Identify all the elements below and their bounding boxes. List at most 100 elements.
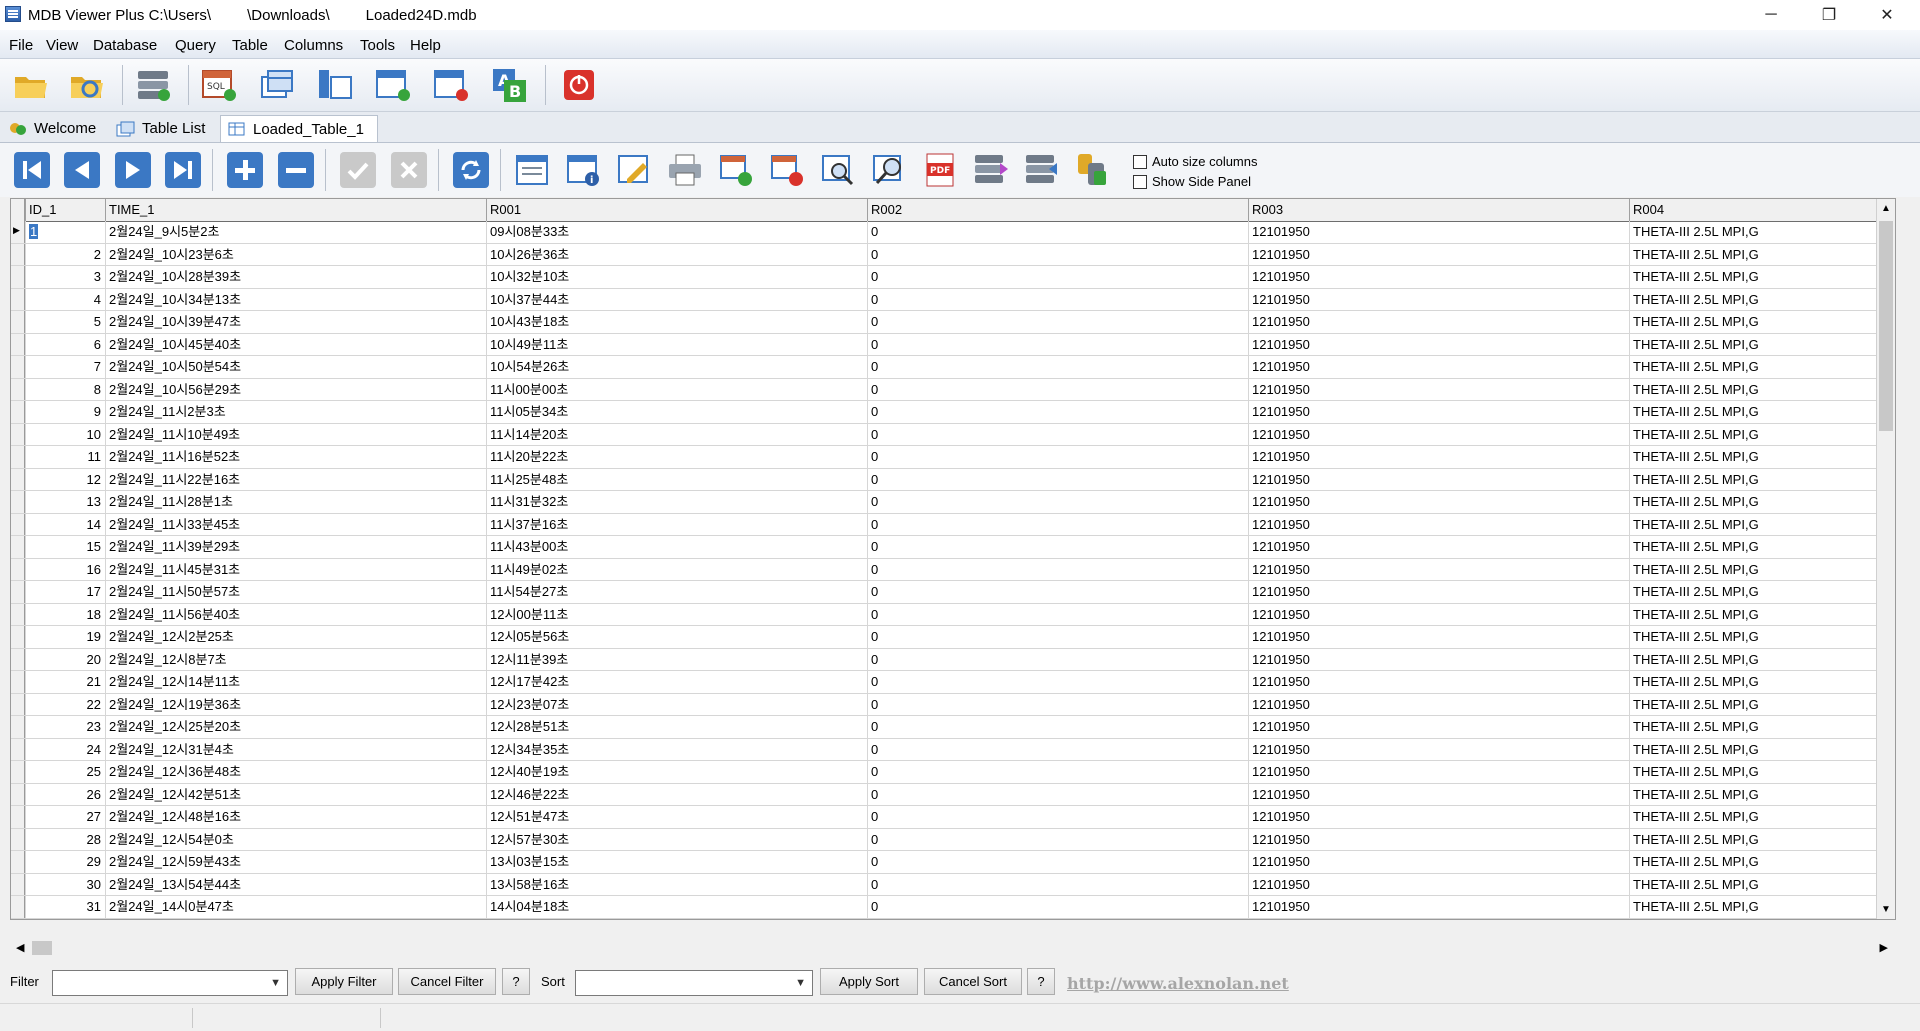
table-cell[interactable]: 12시51분47초 [486,806,867,828]
column-header[interactable]: R001 [486,199,867,221]
table-cell[interactable]: 12101950 [1248,311,1629,333]
table-cell[interactable]: 2월24일_11시22분16초 [105,468,486,490]
table-cell[interactable]: 20 [25,648,105,670]
table-cell[interactable]: 2월24일_11시2분3초 [105,401,486,423]
table-cell[interactable]: 12101950 [1248,468,1629,490]
prev-record-icon[interactable] [63,151,101,189]
table-cell[interactable]: 0 [867,468,1248,490]
table-cell[interactable]: THETA-III 2.5L MPI,G [1629,401,1877,423]
filter-help-button[interactable]: ? [502,968,530,995]
table-cell[interactable]: 12101950 [1248,491,1629,513]
row-indicator[interactable] [11,716,25,738]
table-row[interactable]: 4 2월24일_10시34분13초 10시37분44초 0 12101950 THETA-… [11,288,1895,311]
table-cell[interactable]: 0 [867,761,1248,783]
column-header[interactable]: TIME_1 [105,199,486,221]
table-cell[interactable]: THETA-III 2.5L MPI,G [1629,558,1877,580]
scroll-up-icon[interactable]: ▲ [1881,203,1891,214]
table-cell[interactable]: 14 [25,513,105,535]
table-cell[interactable]: 2월24일_12시31분4초 [105,738,486,760]
delete-record-icon[interactable] [277,151,315,189]
table-row[interactable]: 14 2월24일_11시33분45초 11시37분16초 0 12101950 THETA… [11,513,1895,536]
website-link[interactable]: http://www.alexnolan.net [1067,974,1289,993]
row-indicator[interactable] [11,311,25,333]
table-cell[interactable]: 0 [867,356,1248,378]
cancel-sort-button[interactable]: Cancel Sort [924,968,1022,995]
last-record-icon[interactable] [164,151,202,189]
table-cell[interactable]: THETA-III 2.5L MPI,G [1629,896,1877,918]
row-indicator[interactable] [11,738,25,760]
row-indicator[interactable] [11,693,25,715]
table-cell[interactable]: 12101950 [1248,603,1629,625]
table-cell[interactable]: THETA-III 2.5L MPI,G [1629,243,1877,265]
table-cell[interactable]: 0 [867,243,1248,265]
table-cell[interactable]: 0 [867,738,1248,760]
table-cell[interactable]: 2월24일_11시33분45초 [105,513,486,535]
row-indicator[interactable] [11,783,25,805]
table-cell[interactable]: 0 [867,896,1248,918]
table-cell[interactable]: 0 [867,513,1248,535]
row-indicator[interactable] [11,626,25,648]
table-cell[interactable]: 0 [867,266,1248,288]
column-header[interactable]: R004 [1629,199,1877,221]
table-cell[interactable]: 0 [867,626,1248,648]
row-indicator[interactable] [11,266,25,288]
menu-tools[interactable]: Tools [360,37,395,54]
table-row[interactable]: 30 2월24일_13시54분44초 13시58분16초 0 12101950 THETA… [11,873,1895,896]
table-cell[interactable]: 2월24일_9시5분2초 [105,221,486,243]
table-cell[interactable]: THETA-III 2.5L MPI,G [1629,761,1877,783]
table-cell[interactable]: 12시11분39초 [486,648,867,670]
table-cell[interactable]: THETA-III 2.5L MPI,G [1629,671,1877,693]
table-cell[interactable]: 12101950 [1248,378,1629,400]
table-cell[interactable]: 10시49분11초 [486,333,867,355]
print-icon[interactable] [666,151,704,189]
scroll-left-icon[interactable]: ◀ [16,941,24,954]
rename-icon[interactable]: AB [490,67,528,103]
row-indicator[interactable] [11,558,25,580]
table-cell[interactable]: 12101950 [1248,356,1629,378]
table-row[interactable]: 12 2월24일_11시22분16초 11시25분48초 0 12101950 THETA… [11,468,1895,491]
table-cell[interactable]: THETA-III 2.5L MPI,G [1629,806,1877,828]
row-indicator[interactable] [11,513,25,535]
table-row[interactable]: 9 2월24일_11시2분3초 11시05분34초 0 12101950 THETA-II… [11,401,1895,424]
table-cell[interactable]: 12101950 [1248,423,1629,445]
table-row[interactable]: 6 2월24일_10시45분40초 10시49분11초 0 12101950 THETA-… [11,333,1895,356]
table-cell[interactable]: THETA-III 2.5L MPI,G [1629,536,1877,558]
table-cell[interactable]: 5 [25,311,105,333]
table-cell[interactable]: 12101950 [1248,536,1629,558]
row-indicator[interactable] [11,806,25,828]
table-cell[interactable]: 0 [867,558,1248,580]
row-indicator[interactable] [11,761,25,783]
table-cell[interactable]: 12101950 [1248,783,1629,805]
table-cell[interactable]: THETA-III 2.5L MPI,G [1629,356,1877,378]
table-cell[interactable]: 0 [867,446,1248,468]
table-cell[interactable]: 12101950 [1248,333,1629,355]
table-cell[interactable]: 0 [867,401,1248,423]
scroll-right-icon[interactable]: ▶ [1880,941,1888,954]
table-cell[interactable]: 2월24일_11시39분29초 [105,536,486,558]
table-cell[interactable]: 12시46분22초 [486,783,867,805]
row-indicator[interactable] [11,401,25,423]
table-row[interactable]: 22 2월24일_12시19분36초 12시23분07초 0 12101950 THETA… [11,693,1895,716]
table-cell[interactable]: 0 [867,851,1248,873]
table-cell[interactable]: THETA-III 2.5L MPI,G [1629,648,1877,670]
table-cell[interactable]: 12101950 [1248,716,1629,738]
table-cell[interactable]: 0 [867,221,1248,243]
table-cell[interactable]: 18 [25,603,105,625]
refresh-icon[interactable] [452,151,490,189]
column-header[interactable]: R002 [867,199,1248,221]
table-cell[interactable]: 10시54분26초 [486,356,867,378]
export-icon[interactable] [768,151,806,189]
filter-combo[interactable]: ▼ [52,970,288,996]
table-row[interactable]: 16 2월24일_11시45분31초 11시49분02초 0 12101950 THETA… [11,558,1895,581]
database-add-icon[interactable] [134,67,172,103]
table-cell[interactable]: 13시03분15초 [486,851,867,873]
open-folder-icon[interactable] [12,67,50,103]
column-header[interactable]: R003 [1248,199,1629,221]
table-cell[interactable]: 2월24일_10시39분47초 [105,311,486,333]
table-row[interactable]: 3 2월24일_10시28분39초 10시32분10초 0 12101950 THETA-… [11,266,1895,289]
data-grid[interactable]: ID_1 TIME_1 R001 R002 R003 R004 ▶ 1 2월24일_… [10,198,1896,920]
table-cell[interactable]: 12101950 [1248,851,1629,873]
table-cell[interactable]: 0 [867,828,1248,850]
table-cell[interactable]: 2월24일_12시48분16초 [105,806,486,828]
row-indicator[interactable] [11,828,25,850]
